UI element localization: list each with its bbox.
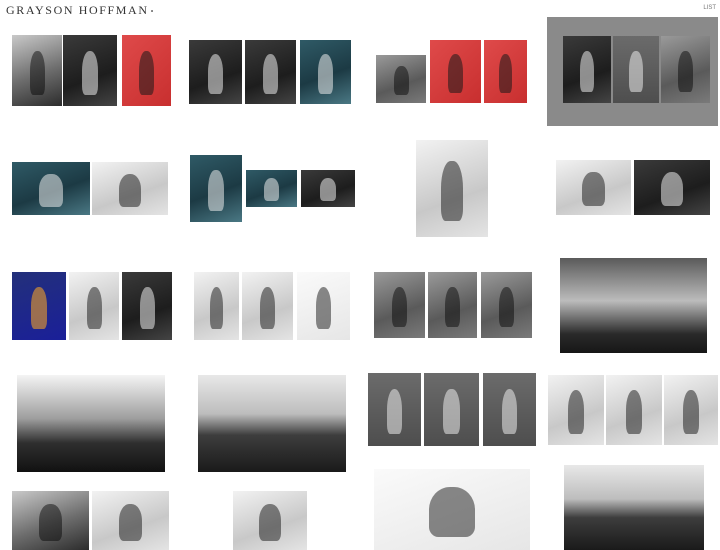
photo-subject <box>139 50 154 95</box>
photo-thumbnail[interactable] <box>481 272 532 338</box>
photo-thumbnail[interactable] <box>122 35 171 106</box>
photo-thumbnail[interactable] <box>63 35 117 106</box>
photo-thumbnail[interactable] <box>563 36 611 103</box>
photo-subject <box>625 390 643 434</box>
photo-subject <box>428 486 476 538</box>
photo-subject <box>678 50 693 93</box>
photo-subject <box>118 173 142 207</box>
photo-thumbnail[interactable] <box>300 40 351 104</box>
photo-subject <box>139 286 155 330</box>
photo-thumbnail[interactable] <box>606 375 662 445</box>
photo-subject <box>208 169 224 212</box>
photo-subject <box>445 286 460 328</box>
photo-thumbnail[interactable] <box>548 375 604 445</box>
photo-subject <box>319 178 337 202</box>
photo-thumbnail[interactable] <box>198 375 346 472</box>
photo-subject <box>258 503 282 541</box>
photo-thumbnail[interactable] <box>246 170 297 207</box>
photo-subject <box>209 286 224 330</box>
photo-thumbnail[interactable] <box>12 162 90 215</box>
photo-thumbnail[interactable] <box>242 272 293 340</box>
photo-subject <box>443 389 460 435</box>
photo-subject <box>317 54 334 94</box>
photo-subject <box>86 286 102 330</box>
photo-subject <box>29 50 45 95</box>
photo-subject <box>386 389 403 435</box>
photo-subject <box>393 65 409 96</box>
photo-thumbnail[interactable] <box>190 155 242 222</box>
photo-thumbnail[interactable] <box>69 272 119 340</box>
site-title-text: GRAYSON HOFFMAN <box>6 3 149 17</box>
photo-thumbnail[interactable] <box>92 491 169 550</box>
series-tile-4[interactable] <box>547 17 718 126</box>
photo-thumbnail[interactable] <box>122 272 172 340</box>
photo-thumbnail[interactable] <box>560 258 707 353</box>
photo-subject <box>582 172 605 207</box>
photo-thumbnail[interactable] <box>92 162 168 215</box>
photo-thumbnail[interactable] <box>483 373 536 446</box>
photo-subject <box>39 173 63 207</box>
photo-thumbnail[interactable] <box>484 40 527 103</box>
photo-subject <box>391 286 408 328</box>
photo-subject <box>263 178 280 202</box>
photo-subject <box>315 286 332 330</box>
photo-thumbnail[interactable] <box>416 140 488 237</box>
photo-thumbnail[interactable] <box>12 272 66 340</box>
photo-subject <box>660 172 684 207</box>
photo-subject <box>499 53 512 93</box>
photo-thumbnail[interactable] <box>428 272 477 338</box>
photo-subject <box>38 503 63 541</box>
list-view-link[interactable]: LIST <box>703 5 716 11</box>
photo-subject <box>207 54 224 94</box>
photo-subject <box>262 54 279 94</box>
title-mark: • <box>150 7 155 16</box>
photo-subject <box>447 53 464 93</box>
photo-subject <box>501 389 518 435</box>
photo-subject <box>259 286 276 330</box>
photo-thumbnail[interactable] <box>430 40 481 103</box>
photo-thumbnail[interactable] <box>613 36 659 103</box>
photo-thumbnail[interactable] <box>374 272 425 338</box>
photo-subject <box>118 503 143 541</box>
photo-thumbnail[interactable] <box>634 160 710 215</box>
photo-subject <box>441 161 463 222</box>
photo-subject <box>567 390 585 434</box>
photo-thumbnail[interactable] <box>424 373 479 446</box>
photo-thumbnail[interactable] <box>564 465 704 550</box>
photo-thumbnail[interactable] <box>245 40 296 104</box>
photo-subject <box>682 390 700 434</box>
photo-thumbnail[interactable] <box>17 375 165 472</box>
photo-thumbnail[interactable] <box>12 491 89 550</box>
photo-thumbnail[interactable] <box>661 36 710 103</box>
site-title-link[interactable]: GRAYSON HOFFMAN • <box>6 3 155 18</box>
photo-subject <box>579 50 595 93</box>
photo-thumbnail[interactable] <box>664 375 718 445</box>
photo-thumbnail[interactable] <box>233 491 307 550</box>
photo-thumbnail[interactable] <box>297 272 350 340</box>
photo-subject <box>629 50 643 93</box>
photo-thumbnail[interactable] <box>194 272 239 340</box>
photo-thumbnail[interactable] <box>12 35 62 106</box>
photo-thumbnail[interactable] <box>301 170 355 207</box>
photo-thumbnail[interactable] <box>368 373 421 446</box>
photo-thumbnail[interactable] <box>556 160 631 215</box>
photo-subject <box>498 286 515 328</box>
photo-thumbnail[interactable] <box>189 40 242 104</box>
photo-thumbnail[interactable] <box>374 469 530 550</box>
photo-thumbnail[interactable] <box>376 55 426 103</box>
photo-subject <box>81 50 99 95</box>
photo-subject <box>30 286 48 330</box>
